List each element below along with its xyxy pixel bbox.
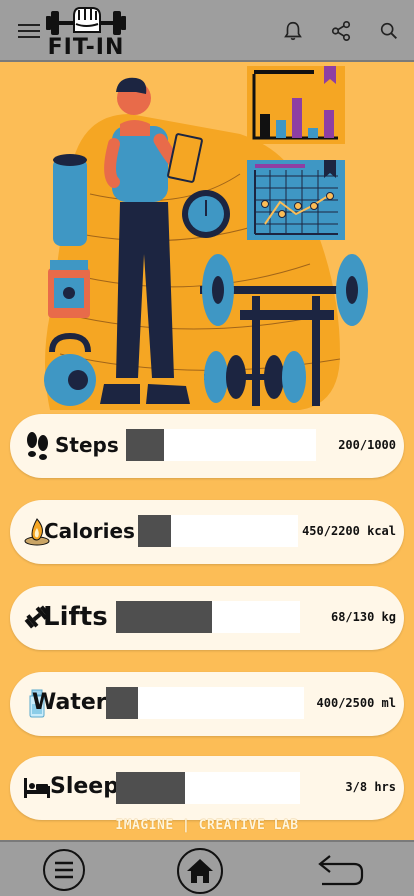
share-icon[interactable] (330, 20, 352, 42)
water-progress-track (106, 687, 304, 719)
sleep-value: 3/8 hrs (345, 780, 396, 794)
footprints-icon (27, 432, 48, 460)
steps-progress-track (126, 429, 316, 461)
water-progress-fill (106, 687, 138, 719)
home-icon[interactable] (176, 847, 224, 895)
sleep-progress-fill (116, 772, 185, 804)
sleep-progress-track (116, 772, 300, 804)
bell-icon[interactable] (282, 20, 304, 42)
calories-value: 450/2200 kcal (302, 524, 396, 538)
calories-label: Calories (44, 519, 135, 543)
water-label: Water (32, 690, 107, 715)
steps-label: Steps (55, 433, 119, 457)
water-card[interactable]: Water 400/2500 ml (10, 672, 404, 736)
hamburger-line (18, 30, 40, 32)
sleep-card[interactable]: Sleep 3/8 hrs (10, 756, 404, 820)
steps-card[interactable]: Steps 200/1000 (10, 414, 404, 478)
hamburger-line (18, 36, 40, 38)
app-logo: FIT-IN (44, 2, 128, 62)
lifts-card[interactable]: Lifts 68/130 kg (10, 586, 404, 650)
bottom-navigation-bar (0, 840, 414, 896)
lifts-progress-track (116, 601, 300, 633)
hamburger-line (18, 24, 40, 26)
steps-progress-fill (126, 429, 164, 461)
fitness-trainer-illustration (44, 66, 368, 410)
search-icon[interactable] (378, 20, 400, 42)
back-arrow-icon[interactable] (316, 852, 366, 888)
sleep-label: Sleep (50, 774, 119, 799)
dumbbell-fist-logo-icon (46, 7, 126, 35)
calories-progress-track (138, 515, 298, 547)
app-title: FIT-IN (47, 35, 125, 60)
calories-progress-fill (138, 515, 171, 547)
bed-icon (24, 778, 50, 798)
water-value: 400/2500 ml (316, 696, 396, 710)
top-app-bar: FIT-IN (0, 0, 414, 62)
steps-value: 200/1000 (338, 438, 396, 452)
credit-footer: IMAGINE | CREATIVE LAB (115, 818, 299, 833)
calories-card[interactable]: Calories 450/2200 kcal (10, 500, 404, 564)
lifts-label: Lifts (43, 602, 108, 632)
lifts-progress-fill (116, 601, 213, 633)
yoga-mat (53, 158, 87, 246)
lifts-value: 68/130 kg (330, 610, 396, 624)
hamburger-menu-button[interactable] (18, 20, 40, 42)
menu-circle-icon[interactable] (42, 848, 86, 892)
